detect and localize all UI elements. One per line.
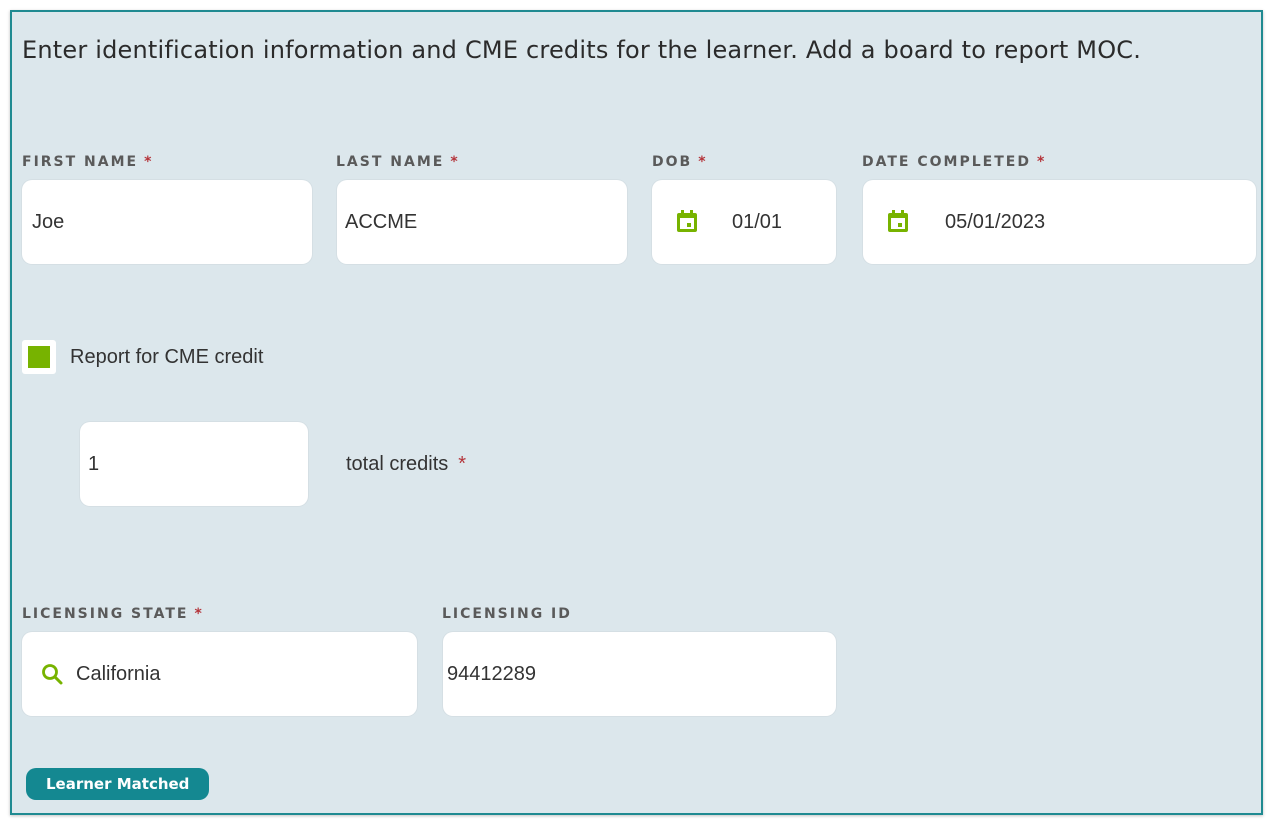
search-icon	[42, 664, 63, 685]
dob-label: DOB *	[652, 154, 706, 170]
required-marker: *	[1036, 154, 1045, 170]
licensing-id-value: 94412289	[447, 662, 536, 685]
licensing-state-label-text: LICENSING STATE	[22, 606, 189, 622]
required-marker: *	[450, 154, 458, 170]
instructions-text: Enter identification information and CME…	[22, 36, 1142, 64]
dob-value: 01/01	[732, 210, 783, 233]
date-completed-label-text: DATE COMPLETED	[862, 154, 1031, 170]
dob-field[interactable]: 01/01	[652, 180, 836, 264]
first-name-value: Joe	[32, 210, 65, 233]
calendar-icon[interactable]	[674, 209, 700, 235]
total-credits-label: total credits *	[346, 449, 466, 479]
calendar-icon[interactable]	[885, 209, 911, 235]
required-marker: *	[194, 606, 202, 622]
checkbox-checked-fill	[28, 346, 50, 368]
licensing-state-label: LICENSING STATE *	[22, 606, 202, 622]
total-credits-input[interactable]: 1	[80, 422, 308, 506]
required-marker: *	[458, 453, 467, 475]
total-credits-value: 1	[88, 452, 100, 475]
learner-form-panel: Enter identification information and CME…	[10, 10, 1263, 815]
total-credits-label-text: total credits	[346, 453, 449, 475]
licensing-id-field[interactable]: 94412289	[443, 632, 836, 716]
licensing-id-label: LICENSING ID	[442, 606, 572, 622]
last-name-value: ACCME	[345, 210, 418, 233]
last-name-field[interactable]: ACCME	[337, 180, 627, 264]
licensing-id-label-text: LICENSING ID	[442, 606, 572, 622]
required-marker: *	[144, 154, 152, 170]
first-name-field[interactable]: Joe	[22, 180, 312, 264]
licensing-state-field[interactable]: California	[22, 632, 417, 716]
licensing-state-value: California	[76, 662, 161, 685]
dob-label-text: DOB	[652, 154, 693, 170]
date-completed-label: DATE COMPLETED *	[862, 154, 1044, 170]
required-marker: *	[698, 154, 706, 170]
date-completed-field[interactable]: 05/01/2023	[863, 180, 1256, 264]
first-name-label: FIRST NAME *	[22, 154, 151, 170]
learner-matched-badge: Learner Matched	[26, 768, 210, 800]
first-name-label-text: FIRST NAME	[22, 154, 139, 170]
last-name-label: LAST NAME *	[336, 154, 458, 170]
date-completed-value: 05/01/2023	[945, 210, 1046, 233]
report-cme-checkbox[interactable]	[22, 340, 56, 374]
report-cme-label: Report for CME credit	[70, 346, 264, 368]
last-name-label-text: LAST NAME	[336, 154, 445, 170]
